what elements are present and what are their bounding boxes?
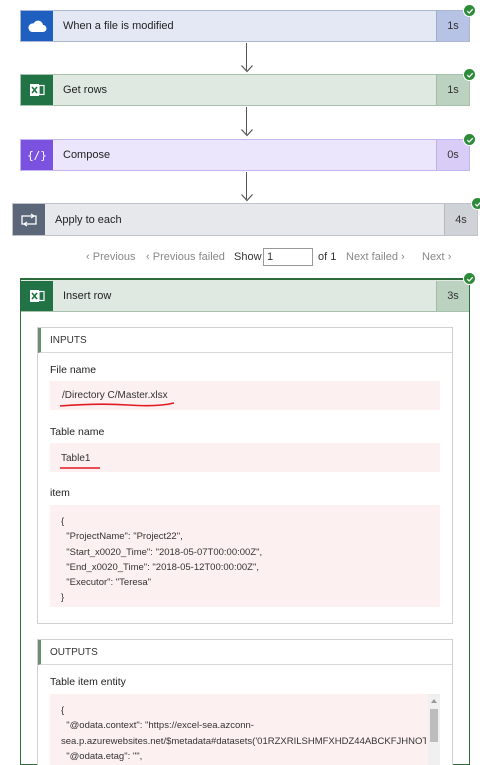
previous-button[interactable]: ‹ Previous <box>86 251 136 263</box>
success-check-icon <box>463 4 476 17</box>
item-code-line: { <box>61 516 65 527</box>
chevron-left-icon: ‹ <box>86 251 90 263</box>
table-name-value-box: Table1 <box>50 443 440 472</box>
entity-code-line: sea.p.azurewebsites.net/$metadata#datase… <box>61 735 426 747</box>
step-duration: 0s <box>436 140 469 170</box>
outputs-heading: OUTPUTS <box>38 640 452 665</box>
flow-arrow <box>241 43 253 73</box>
item-value-box: { "ProjectName": "Project22", "Start_x00… <box>50 505 440 607</box>
step-duration: 3s <box>436 280 469 311</box>
chevron-right-icon: › <box>401 251 405 263</box>
loop-icon <box>13 204 45 235</box>
item-code-line: "End_x0020_Time": "2018-05-12T00:00:00Z"… <box>61 561 259 573</box>
table-item-entity-value-box: { "@odata.context": "https://excel-sea.a… <box>50 694 440 765</box>
entity-code-line: "@odata.etag": "", <box>61 750 143 762</box>
vertical-scrollbar[interactable] <box>428 694 440 765</box>
step-compose[interactable]: {∕} Compose 0s <box>20 139 470 171</box>
item-label: item <box>50 487 70 499</box>
success-check-icon <box>463 68 476 81</box>
page-count-label: of 1 <box>318 251 337 263</box>
step-title: Insert row <box>63 289 112 302</box>
excel-icon <box>21 280 53 311</box>
step-get-rows[interactable]: Get rows 1s <box>20 74 470 106</box>
table-name-value: Table1 <box>61 453 91 464</box>
step-title: Get rows <box>63 84 108 96</box>
success-check-icon <box>471 197 480 210</box>
scroll-up-icon[interactable] <box>428 696 440 706</box>
entity-code-line: "@odata.context": "https://excel-sea.azc… <box>61 720 254 732</box>
step-title: When a file is modified <box>63 20 174 32</box>
previous-failed-button[interactable]: ‹ Previous failed <box>146 251 225 263</box>
step-insert-row[interactable]: Insert row 3s <box>21 280 469 312</box>
item-code-line: "Start_x0020_Time": "2018-05-07T00:00:00… <box>61 546 263 558</box>
chevron-left-icon: ‹ <box>146 251 150 263</box>
page-number-input[interactable] <box>263 248 313 266</box>
file-name-value: /Directory C/Master.xlsx <box>62 390 168 401</box>
step-when-file-modified[interactable]: When a file is modified 1s <box>20 10 470 42</box>
item-code-line: } <box>61 592 65 604</box>
iteration-pager: ‹ Previous ‹ Previous failed Show of 1 N… <box>0 248 480 268</box>
table-name-label: Table name <box>50 426 105 438</box>
onedrive-cloud-icon <box>21 11 53 41</box>
next-failed-button[interactable]: Next failed › <box>346 251 405 263</box>
file-name-value-box: /Directory C/Master.xlsx <box>50 381 440 410</box>
step-duration: 1s <box>436 75 469 105</box>
step-duration: 1s <box>436 11 469 41</box>
step-apply-to-each[interactable]: Apply to each 4s <box>12 203 478 236</box>
excel-icon <box>21 75 53 105</box>
scrollbar-thumb[interactable] <box>430 709 438 742</box>
flow-arrow <box>241 172 253 202</box>
step-title: Compose <box>63 149 111 161</box>
entity-code-line: { <box>61 705 65 716</box>
success-check-icon <box>463 133 476 146</box>
file-name-label: File name <box>50 364 97 376</box>
step-duration: 4s <box>444 204 477 235</box>
chevron-right-icon: › <box>447 251 452 263</box>
braces-icon: {∕} <box>21 140 53 170</box>
item-code-line: "Executor": "Teresa" <box>61 577 152 589</box>
success-check-icon <box>463 272 476 285</box>
next-button[interactable]: Next › <box>422 251 451 263</box>
inputs-heading: INPUTS <box>38 328 452 353</box>
show-label: Show <box>234 251 262 263</box>
flow-arrow <box>241 107 253 137</box>
step-title: Apply to each <box>55 213 122 226</box>
item-code-line: "ProjectName": "Project22", <box>61 531 183 543</box>
table-item-entity-label: Table item entity <box>50 676 126 688</box>
